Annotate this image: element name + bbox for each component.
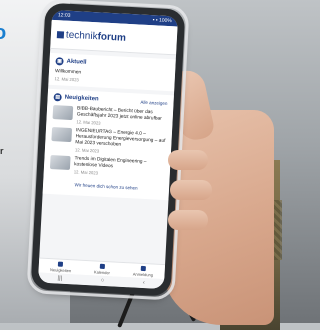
smartphone: 12:03 ▪ ▪ 100% technikforum ▣ Aktuell Wi… xyxy=(26,0,190,301)
list-item[interactable]: Willkommen 12. Mai 2023 xyxy=(55,69,169,87)
news-item[interactable]: INGENIEURTAG – Energie 4.0 – Herausforde… xyxy=(51,127,166,157)
news-item[interactable]: BIBB-Baubericht – Bericht über das Gesch… xyxy=(52,105,167,129)
news-tab-icon xyxy=(58,261,64,267)
notice-banner[interactable]: Wir freuen dich schon zu sehen xyxy=(48,176,164,196)
finger xyxy=(168,210,208,230)
app-title: technikforum xyxy=(65,29,127,44)
status-time: 12:03 xyxy=(57,12,71,19)
show-all-link[interactable]: Alle anzeigen xyxy=(140,99,167,105)
news-icon: ▤ xyxy=(53,93,62,102)
status-indicators: ▪ ▪ 100% xyxy=(152,17,172,25)
news-thumbnail xyxy=(52,105,74,121)
section-heading: ▣ Aktuell xyxy=(55,57,87,66)
recents-button[interactable]: ||| xyxy=(57,276,62,282)
backdrop-text: r xyxy=(0,146,4,156)
news-thumbnail xyxy=(51,127,73,143)
finger xyxy=(168,150,208,170)
tab-calendar[interactable]: Kalender xyxy=(94,263,111,275)
current-section: ▣ Aktuell Willkommen 12. Mai 2023 xyxy=(48,52,176,92)
phone-screen: 12:03 ▪ ▪ 100% technikforum ▣ Aktuell Wi… xyxy=(37,9,179,290)
tab-login[interactable]: Anmeldung xyxy=(133,265,154,277)
item-date: 12. Mai 2023 xyxy=(54,76,79,83)
calendar-tab-icon xyxy=(99,263,105,269)
news-thumbnail xyxy=(49,155,71,171)
backdrop-logo: o xyxy=(0,22,7,44)
app-logo-icon xyxy=(56,30,65,39)
news-section: ▤ Neuigkeiten Alle anzeigen BIBB-Bauberi… xyxy=(42,88,174,201)
login-tab-icon xyxy=(140,265,146,271)
back-button[interactable]: ‹ xyxy=(143,280,145,286)
tab-news[interactable]: Neuigkeiten xyxy=(50,261,72,273)
news-item[interactable]: Trends im Digitalen Engineering – kosten… xyxy=(49,155,165,179)
home-button[interactable]: ○ xyxy=(100,278,104,284)
finger xyxy=(170,180,212,200)
app-header: technikforum xyxy=(50,19,178,56)
section-heading: ▤ Neuigkeiten Alle anzeigen xyxy=(53,93,168,106)
calendar-icon: ▣ xyxy=(55,57,64,66)
